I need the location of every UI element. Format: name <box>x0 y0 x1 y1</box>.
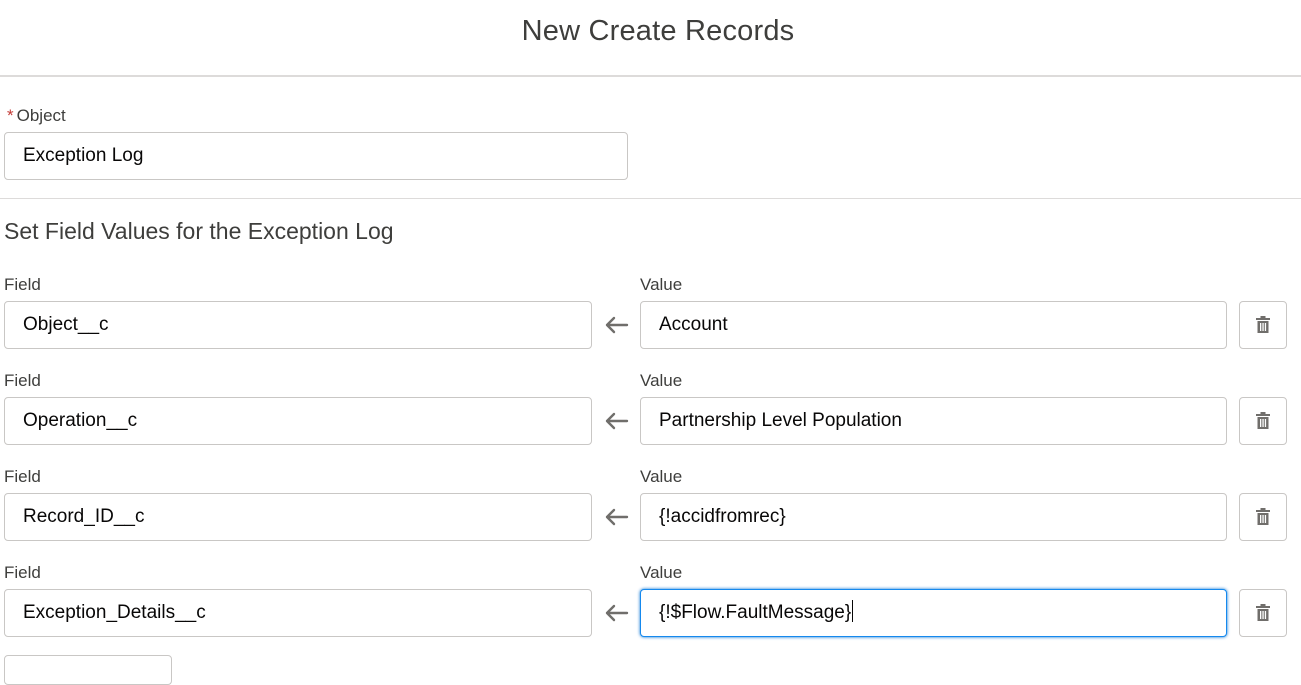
value-label: Value <box>640 563 683 582</box>
value-input[interactable]: Partnership Level Population <box>640 397 1227 445</box>
arrow-left-icon <box>605 316 629 334</box>
delete-row-button[interactable] <box>1239 301 1287 349</box>
delete-row-button[interactable] <box>1239 589 1287 637</box>
arrow-left-icon <box>605 604 629 622</box>
field-input[interactable]: Object__c <box>4 301 592 349</box>
object-input[interactable]: Exception Log <box>4 132 628 180</box>
arrow-left-icon <box>605 508 629 526</box>
required-marker: * <box>7 106 14 125</box>
value-label: Value <box>640 467 683 486</box>
section-divider <box>0 198 1301 199</box>
trash-icon <box>1256 412 1270 429</box>
modal-header: New Create Records <box>0 0 1301 77</box>
field-input[interactable]: Exception_Details__c <box>4 589 592 637</box>
delete-row-button[interactable] <box>1239 397 1287 445</box>
value-input[interactable]: Account <box>640 301 1227 349</box>
arrow-left-icon <box>605 412 629 430</box>
modal-title: New Create Records <box>521 15 795 47</box>
object-label-text: Object <box>16 106 66 125</box>
value-input[interactable]: {!accidfromrec} <box>640 493 1227 541</box>
value-input-text: {!$Flow.FaultMessage} <box>659 602 852 623</box>
field-label: Field <box>4 563 41 582</box>
trash-icon <box>1256 604 1270 621</box>
object-label: * Object <box>7 106 66 126</box>
field-label: Field <box>4 371 41 390</box>
value-label: Value <box>640 275 683 294</box>
field-label: Field <box>4 275 41 294</box>
trash-icon <box>1256 316 1270 333</box>
add-field-button[interactable] <box>4 655 172 685</box>
field-input[interactable]: Record_ID__c <box>4 493 592 541</box>
value-label: Value <box>640 371 683 390</box>
section-title: Set Field Values for the Exception Log <box>4 218 394 244</box>
value-input[interactable]: {!$Flow.FaultMessage} <box>640 589 1227 637</box>
text-caret <box>852 600 854 623</box>
delete-row-button[interactable] <box>1239 493 1287 541</box>
trash-icon <box>1256 508 1270 525</box>
field-input[interactable]: Operation__c <box>4 397 592 445</box>
field-label: Field <box>4 467 41 486</box>
